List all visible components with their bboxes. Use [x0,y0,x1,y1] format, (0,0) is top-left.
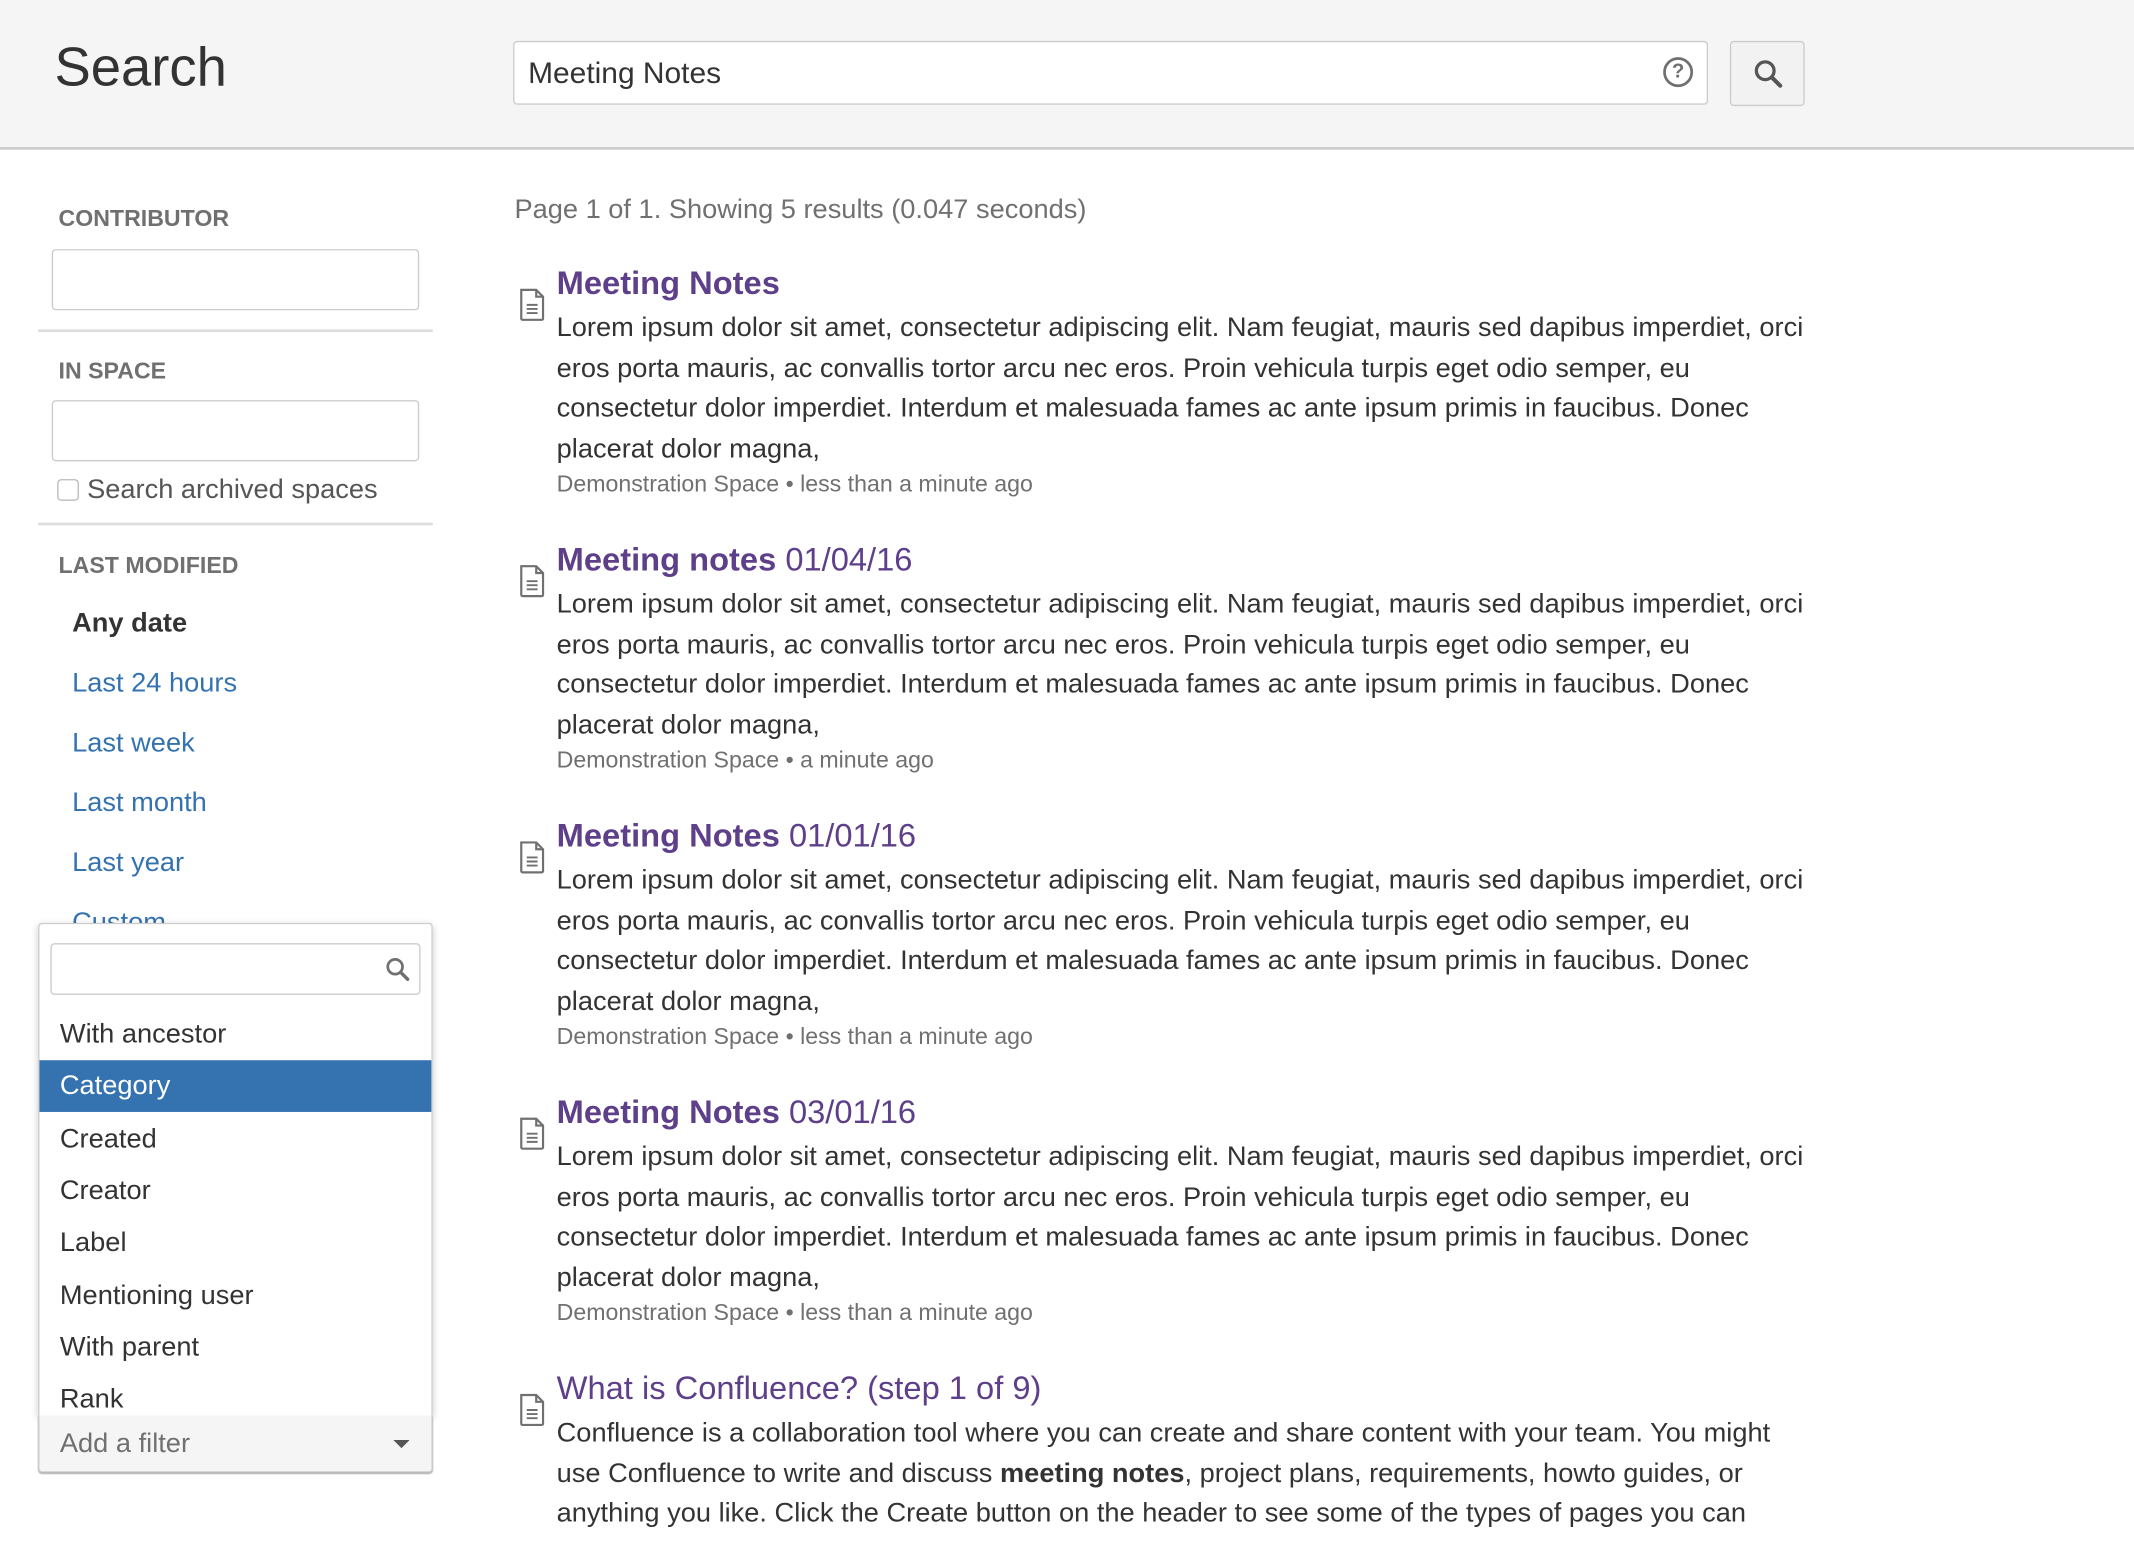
add-filter-button[interactable]: Add a filter [38,1415,433,1473]
result-excerpt: Lorem ipsum dolor sit amet, consectetur … [556,865,1804,1016]
divider [38,522,433,526]
date-last-month[interactable]: Last month [72,788,207,819]
caret-down-icon [393,1439,410,1449]
date-last-year[interactable]: Last year [72,848,184,879]
date-last-week[interactable]: Last week [72,728,195,759]
result-meta: Demonstration Space • a minute ago [556,747,934,774]
page-icon [519,565,546,604]
result-meta: Demonstration Space • less than a minute… [556,1023,1033,1050]
page-icon [519,841,546,880]
title-rest: 03/01/16 [779,1094,917,1131]
result-excerpt: Confluence is a collaboration tool where… [557,1414,1816,1534]
filter-dropdown: With ancestor Category Created Creator L… [38,922,433,1416]
filter-option-label[interactable]: Label [39,1217,431,1269]
search-field[interactable]: ? [513,40,1709,105]
page-title: Search [54,38,227,98]
result-excerpt: Lorem ipsum dolor sit amet, consectetur … [556,589,1804,740]
page-icon [519,1117,546,1156]
magnifier-icon [1754,60,1783,88]
result-excerpt: Lorem ipsum dolor sit amet, consectetur … [556,313,1804,464]
header: Search ? [0,0,2134,150]
filter-search-input[interactable] [50,943,421,995]
search-button[interactable] [1729,40,1805,107]
question-circle-icon[interactable]: ? [1663,57,1694,88]
title-rest: 01/04/16 [776,541,913,579]
result-title-link[interactable]: What is Confluence? (step 1 of 9) [557,1371,1042,1409]
add-filter-label: Add a filter [59,1429,191,1459]
archived-label: Search archived spaces [87,474,378,505]
result-meta: Demonstration Space • less than a minute… [556,1299,1033,1326]
result-title-link[interactable]: Meeting Notes 03/01/16 [557,1094,916,1132]
archived-checkbox[interactable] [57,479,79,501]
filter-option-created[interactable]: Created [39,1113,431,1165]
magnifier-icon [386,958,410,981]
space-input[interactable] [51,400,420,462]
search-input[interactable] [525,54,1647,93]
filter-option-with-parent[interactable]: With parent [39,1322,431,1374]
title-rest: 01/01/16 [779,817,917,855]
page-icon [519,288,546,328]
result-title-link[interactable]: Meeting Notes [557,265,780,303]
divider [38,329,433,333]
result-title-link[interactable]: Meeting notes 01/04/16 [557,542,913,580]
contributor-label: CONTRIBUTOR [58,205,230,232]
result-excerpt: Lorem ipsum dolor sit amet, consectetur … [556,1141,1804,1293]
page-icon [519,1393,546,1433]
in-space-label: IN SPACE [58,357,167,384]
title-match: Meeting Notes [556,1094,780,1131]
last-modified-label: LAST MODIFIED [58,552,239,579]
contributor-input[interactable] [51,249,420,311]
title-match: Meeting notes [556,541,777,579]
filter-option-mentioning-user[interactable]: Mentioning user [39,1270,431,1322]
excerpt-highlight: meeting notes [999,1458,1185,1489]
title-rest: What is Confluence? (step 1 of 9) [556,1370,1042,1408]
title-match: Meeting Notes [556,817,780,855]
date-last-24-hours[interactable]: Last 24 hours [72,668,237,699]
result-title-link[interactable]: Meeting Notes 01/01/16 [557,818,916,856]
filter-option-with-ancestor[interactable]: With ancestor [39,1009,431,1061]
date-any[interactable]: Any date [72,608,187,639]
title-match: Meeting Notes [556,265,780,303]
filter-option-category[interactable]: Category [39,1060,432,1112]
filter-option-rank[interactable]: Rank [39,1373,431,1415]
result-meta: Demonstration Space • less than a minute… [556,470,1033,497]
filter-option-creator[interactable]: Creator [39,1165,431,1217]
results-summary: Page 1 of 1. Showing 5 results (0.047 se… [514,194,1087,225]
